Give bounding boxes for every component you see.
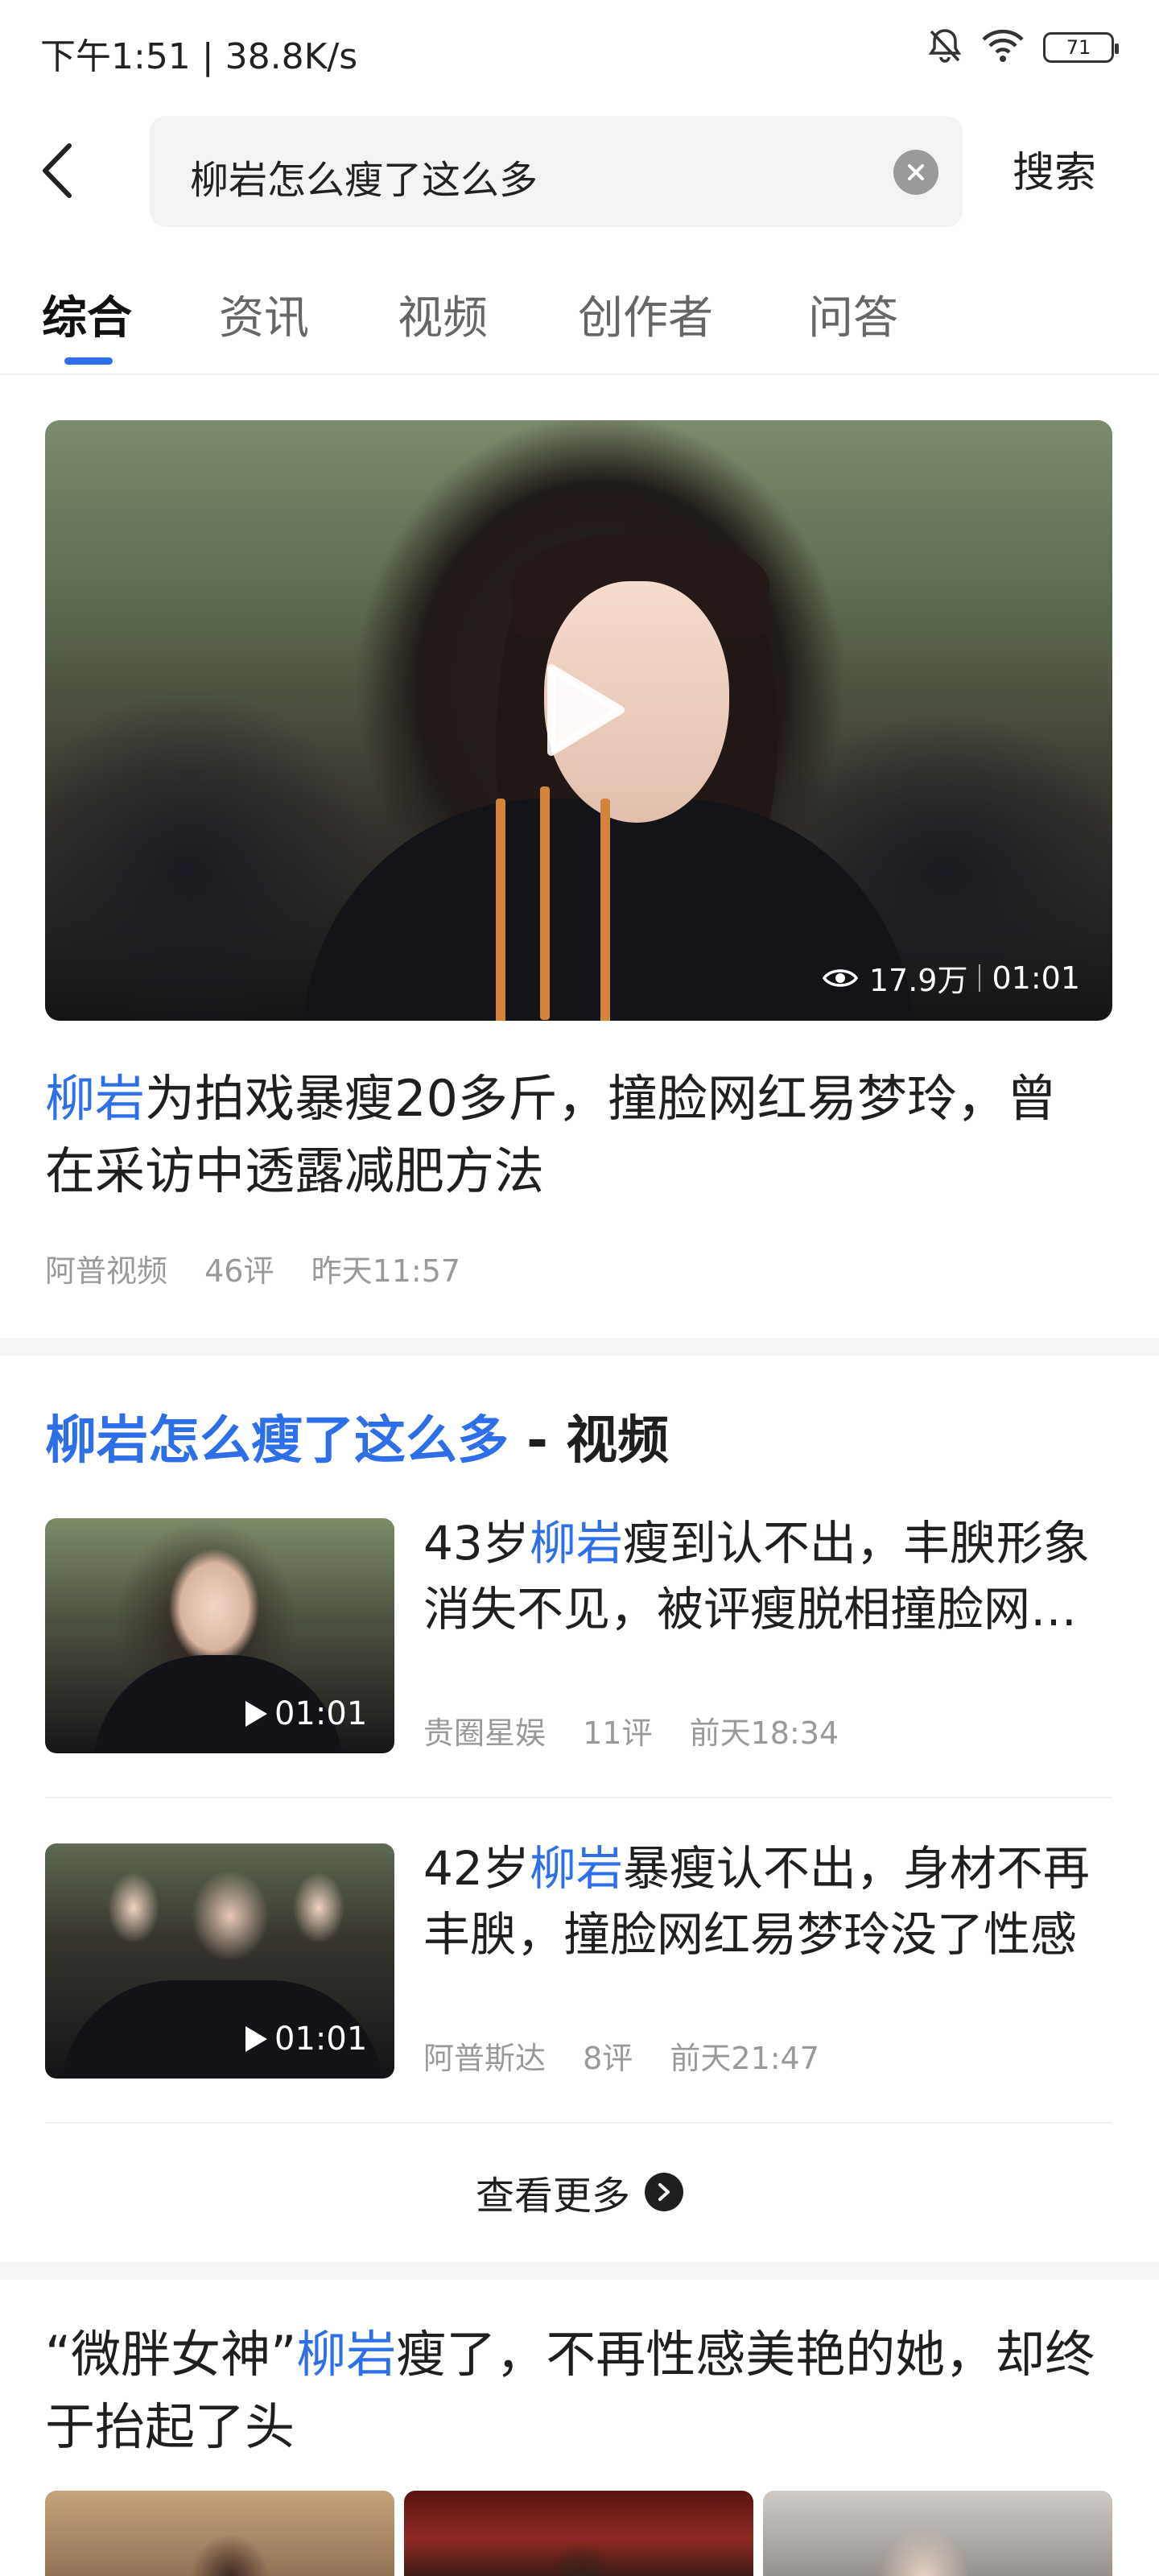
featured-info: 阿普视频 46评 昨天11:57 <box>45 1246 488 1290</box>
title-prefix: “微胖女神” <box>45 2325 297 2384</box>
chevron-right-icon <box>645 2173 683 2211</box>
section-title: 柳岩怎么瘦了这么多 - 视频 <box>45 1399 669 1473</box>
video-thumbnail[interactable]: 01:01 <box>45 1843 394 2079</box>
status-time: 下午1:51 | 38.8K/s <box>40 36 358 77</box>
tab-all[interactable]: 综合 <box>42 282 132 347</box>
search-button[interactable]: 搜索 <box>1013 138 1096 199</box>
video-duration-badge: 01:01 <box>242 2021 367 2058</box>
article-title[interactable]: “微胖女神”柳岩瘦了，不再性感美艳的她，却终于抬起了头 <box>45 2318 1124 2463</box>
comment-count: 11评 <box>583 1715 653 1751</box>
publish-time: 昨天11:57 <box>311 1253 461 1289</box>
tab-news[interactable]: 资讯 <box>219 282 309 347</box>
back-button[interactable] <box>40 138 97 203</box>
thumbnail-figure <box>600 799 610 1021</box>
play-icon <box>245 2026 267 2052</box>
play-icon[interactable] <box>536 662 633 758</box>
video-duration-badge: 01:01 <box>242 1695 367 1732</box>
source-name: 阿普视频 <box>45 1253 168 1289</box>
article-image[interactable] <box>763 2491 1112 2576</box>
video-duration: 01:01 <box>992 960 1080 996</box>
tab-video[interactable]: 视频 <box>398 282 488 347</box>
publish-time: 前天21:47 <box>670 2041 819 2076</box>
battery-level: 71 <box>1066 36 1091 59</box>
search-query: 柳岩怎么瘦了这么多 <box>190 158 538 203</box>
title-prefix: 43岁 <box>423 1516 530 1571</box>
see-more-label: 查看更多 <box>475 2174 630 2219</box>
view-count: 17.9万 <box>868 963 968 998</box>
list-divider <box>45 1797 1112 1798</box>
title-text: 为拍戏暴瘦20多斤，撞脸网红易梦玲，曾在采访中透露减肥方法 <box>45 1069 1057 1200</box>
comment-count: 8评 <box>583 2041 633 2076</box>
section-divider <box>0 2262 1159 2280</box>
status-icons: 71 <box>927 27 1119 68</box>
play-icon <box>245 1701 267 1727</box>
video-info: 阿普斯达 8评 前天21:47 <box>423 2033 847 2078</box>
featured-title[interactable]: 柳岩为拍戏暴瘦20多斤，撞脸网红易梦玲，曾在采访中透露减肥方法 <box>45 1063 1091 1208</box>
publish-time: 前天18:34 <box>689 1715 839 1751</box>
thumbnail-figure <box>540 786 550 1020</box>
article-image[interactable] <box>45 2491 394 2576</box>
tab-creators[interactable]: 创作者 <box>578 282 713 347</box>
list-divider <box>45 2122 1112 2124</box>
search-input[interactable]: 柳岩怎么瘦了这么多 <box>150 116 963 227</box>
featured-video-thumbnail[interactable]: 17.9万 01:01 <box>45 420 1112 1021</box>
comment-count: 46评 <box>204 1253 274 1289</box>
section-divider <box>0 1338 1159 1356</box>
list-item[interactable]: 01:01 43岁柳岩瘦到认不出，丰腴形象消失不见，被评瘦脱相撞脸网红易梦玲 贵… <box>45 1516 1112 1753</box>
video-title[interactable]: 43岁柳岩瘦到认不出，丰腴形象消失不见，被评瘦脱相撞脸网红易梦玲 <box>423 1510 1116 1642</box>
title-highlight: 柳岩 <box>296 2325 397 2384</box>
eye-icon <box>822 968 858 987</box>
tab-active-indicator <box>64 357 113 365</box>
source-name: 贵圈星娱 <box>423 1715 547 1751</box>
video-duration: 01:01 <box>274 2021 368 2058</box>
chevron-left-icon <box>43 143 72 198</box>
title-highlight: 柳岩 <box>529 1841 623 1896</box>
title-prefix: 42岁 <box>423 1841 530 1896</box>
title-highlight: 柳岩 <box>45 1069 146 1128</box>
article-image[interactable] <box>404 2491 753 2576</box>
tab-bar: 综合 资讯 视频 创作者 问答 <box>0 266 1159 375</box>
video-meta: 17.9万 01:01 <box>822 956 1080 1000</box>
section-title-suffix: - 视频 <box>509 1411 670 1471</box>
see-more-button[interactable]: 查看更多 <box>0 2164 1159 2220</box>
wifi-icon <box>980 28 1025 67</box>
bell-off-icon <box>927 27 963 68</box>
tab-qa[interactable]: 问答 <box>808 282 898 347</box>
meta-divider <box>979 964 981 992</box>
battery-icon: 71 <box>1043 32 1119 63</box>
clear-icon[interactable] <box>893 150 938 195</box>
video-info: 贵圈星娱 11评 前天18:34 <box>423 1708 866 1752</box>
source-name: 阿普斯达 <box>423 2041 547 2076</box>
video-thumbnail[interactable]: 01:01 <box>45 1518 394 1753</box>
title-highlight: 柳岩 <box>529 1516 623 1571</box>
video-duration: 01:01 <box>274 1695 368 1732</box>
list-item[interactable]: 01:01 42岁柳岩暴瘦认不出，身材不再丰腴，撞脸网红易梦玲没了性感 阿普斯达… <box>45 1841 1112 2079</box>
thumbnail-figure <box>496 799 505 1021</box>
video-title[interactable]: 42岁柳岩暴瘦认不出，身材不再丰腴，撞脸网红易梦玲没了性感 <box>423 1835 1116 1967</box>
section-title-highlight: 柳岩怎么瘦了这么多 <box>45 1411 509 1471</box>
status-bar: 下午1:51 | 38.8K/s 71 <box>0 0 1159 100</box>
